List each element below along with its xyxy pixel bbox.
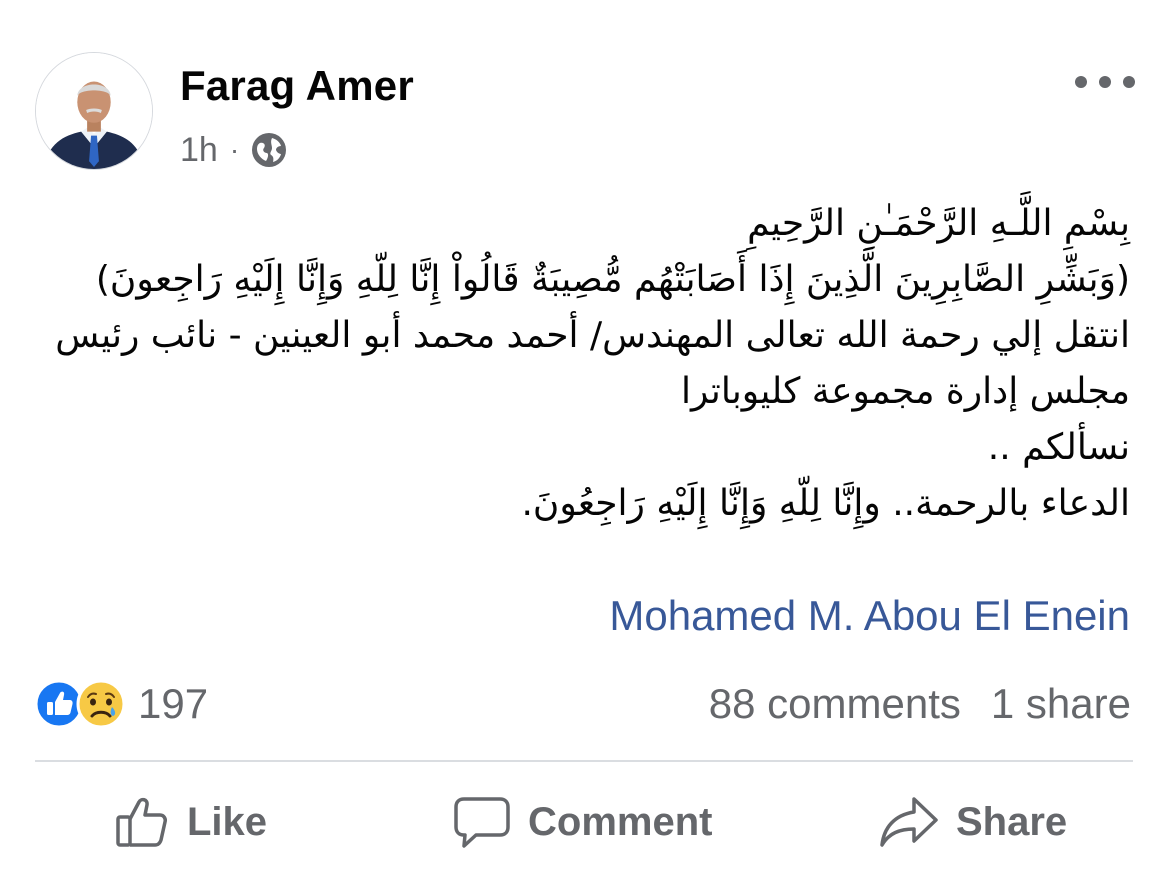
actions-divider <box>35 760 1133 762</box>
post-body: بِسْمِ اللَّـهِ الرَّحْمَـٰنِ الرَّحِيمِ… <box>40 196 1130 532</box>
more-dot-2 <box>1099 76 1111 88</box>
comments-count-link[interactable]: 88 comments <box>709 680 961 727</box>
like-button[interactable]: Like <box>113 790 267 854</box>
engagement-stats: 88 comments 1 share <box>709 680 1131 728</box>
meta-separator: · <box>229 134 240 165</box>
share-label: Share <box>956 799 1068 844</box>
author-photo <box>36 53 152 169</box>
sad-reaction-icon <box>76 679 126 729</box>
post-line-basmala: بِسْمِ اللَّـهِ الرَّحْمَـٰنِ الرَّحِيمِ <box>747 203 1130 244</box>
share-arrow-icon <box>880 797 938 847</box>
more-dot-1 <box>1075 76 1087 88</box>
like-label: Like <box>187 799 268 844</box>
shares-count-link[interactable]: 1 share <box>991 680 1131 727</box>
more-options-button[interactable] <box>1075 66 1135 98</box>
post-line-verse: (وَبَشِّرِ الصَّابِرِينَ الَّذِينَ إِذَا… <box>95 259 1130 300</box>
comment-label: Comment <box>528 799 713 844</box>
share-button[interactable]: Share <box>878 790 1067 854</box>
thumbs-up-icon <box>116 797 167 847</box>
globe-icon[interactable] <box>251 132 287 168</box>
post-line-request: نسألكم .. <box>987 427 1130 468</box>
post-line-announcement: انتقل إلي رحمة الله تعالى المهندس/ أحمد … <box>55 315 1130 412</box>
author-avatar[interactable] <box>35 52 153 170</box>
post-line-prayer: الدعاء بالرحمة.. وإِنَّا لِلّهِ وَإِنَّا… <box>521 483 1130 524</box>
mentioned-profile-link[interactable]: Mohamed M. Abou El Enein <box>609 592 1130 640</box>
comment-bubble-icon <box>454 797 510 848</box>
reaction-count: 197 <box>138 680 209 727</box>
author-name[interactable]: Farag Amer <box>180 62 414 110</box>
post-actions-bar: Like Comment Share <box>0 780 1169 864</box>
reactions-summary[interactable]: 197 <box>34 678 208 730</box>
post-timestamp[interactable]: 1h <box>180 131 218 170</box>
comment-button[interactable]: Comment <box>452 790 712 854</box>
post-meta: 1h · <box>180 130 287 170</box>
more-dot-3 <box>1123 76 1135 88</box>
